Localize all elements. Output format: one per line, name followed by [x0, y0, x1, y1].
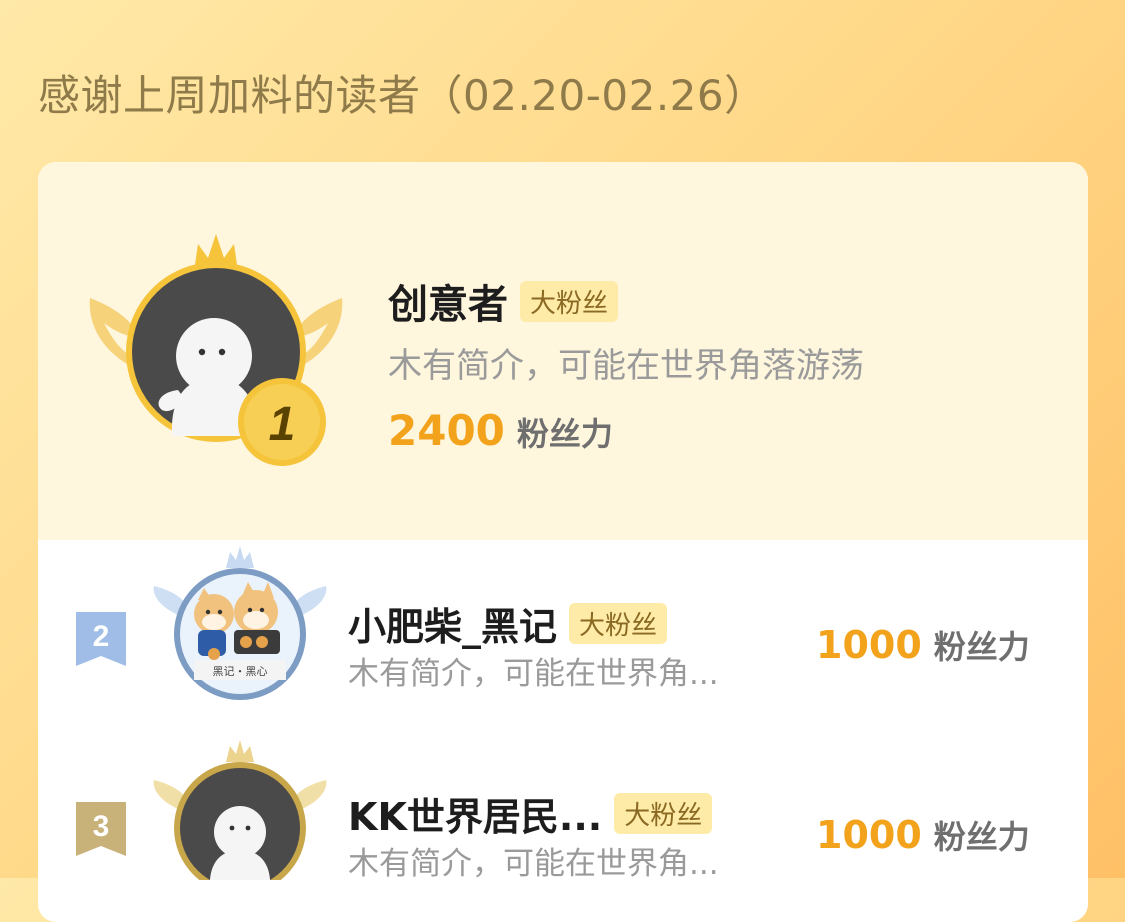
fan-power-unit: 粉丝力	[933, 628, 1030, 666]
crown-icon	[226, 740, 254, 762]
leaderboard-card: 1 创意者 大粉丝 木有简介，可能在世界角落游荡 2400 粉丝力 2 黑记・黑…	[38, 162, 1088, 922]
rank-flag-bronze: 3	[76, 802, 126, 856]
second-place-score-row: 1000 粉丝力	[816, 622, 1030, 668]
third-place-avatar[interactable]	[150, 740, 330, 880]
fan-power-unit: 粉丝力	[516, 415, 613, 453]
fan-power-score: 1000	[816, 813, 922, 857]
user-name[interactable]: 小肥柴_黑记	[348, 596, 557, 651]
fan-level-badge: 大粉丝	[520, 280, 619, 322]
second-place-name-row: 小肥柴_黑记 大粉丝	[348, 596, 668, 651]
fan-power-unit: 粉丝力	[933, 818, 1030, 856]
default-avatar-icon	[210, 806, 270, 880]
user-name[interactable]: 创意者	[388, 272, 508, 330]
svg-text:2: 2	[93, 620, 110, 653]
user-bio: 木有简介，可能在世界角落游荡	[388, 346, 864, 386]
crown-icon	[226, 546, 254, 568]
third-place-score-row: 1000 粉丝力	[816, 812, 1030, 858]
first-place-avatar[interactable]: 1	[86, 228, 346, 478]
second-place-avatar[interactable]: 黑记・黑心	[150, 546, 330, 706]
first-place-name-row: 创意者 大粉丝	[388, 272, 619, 330]
first-place-score-row: 2400 粉丝力	[388, 406, 613, 455]
avatar-sign-text: 黑记・黑心	[213, 665, 268, 678]
user-name[interactable]: KK世界居民...	[348, 786, 602, 841]
fan-level-badge: 大粉丝	[569, 603, 668, 644]
rank-flag-silver: 2	[76, 612, 126, 666]
svg-text:3: 3	[93, 810, 110, 843]
page-title: 感谢上周加料的读者（02.20-02.26）	[38, 71, 767, 120]
user-bio: 木有简介，可能在世界角...	[348, 846, 719, 882]
fan-power-score: 1000	[816, 623, 922, 667]
fan-level-badge: 大粉丝	[614, 793, 713, 834]
fan-power-score: 2400	[388, 406, 505, 455]
user-bio: 木有简介，可能在世界角...	[348, 656, 719, 692]
third-place-name-row: KK世界居民... 大粉丝	[348, 786, 713, 841]
rank-badge-number: 1	[269, 398, 296, 451]
